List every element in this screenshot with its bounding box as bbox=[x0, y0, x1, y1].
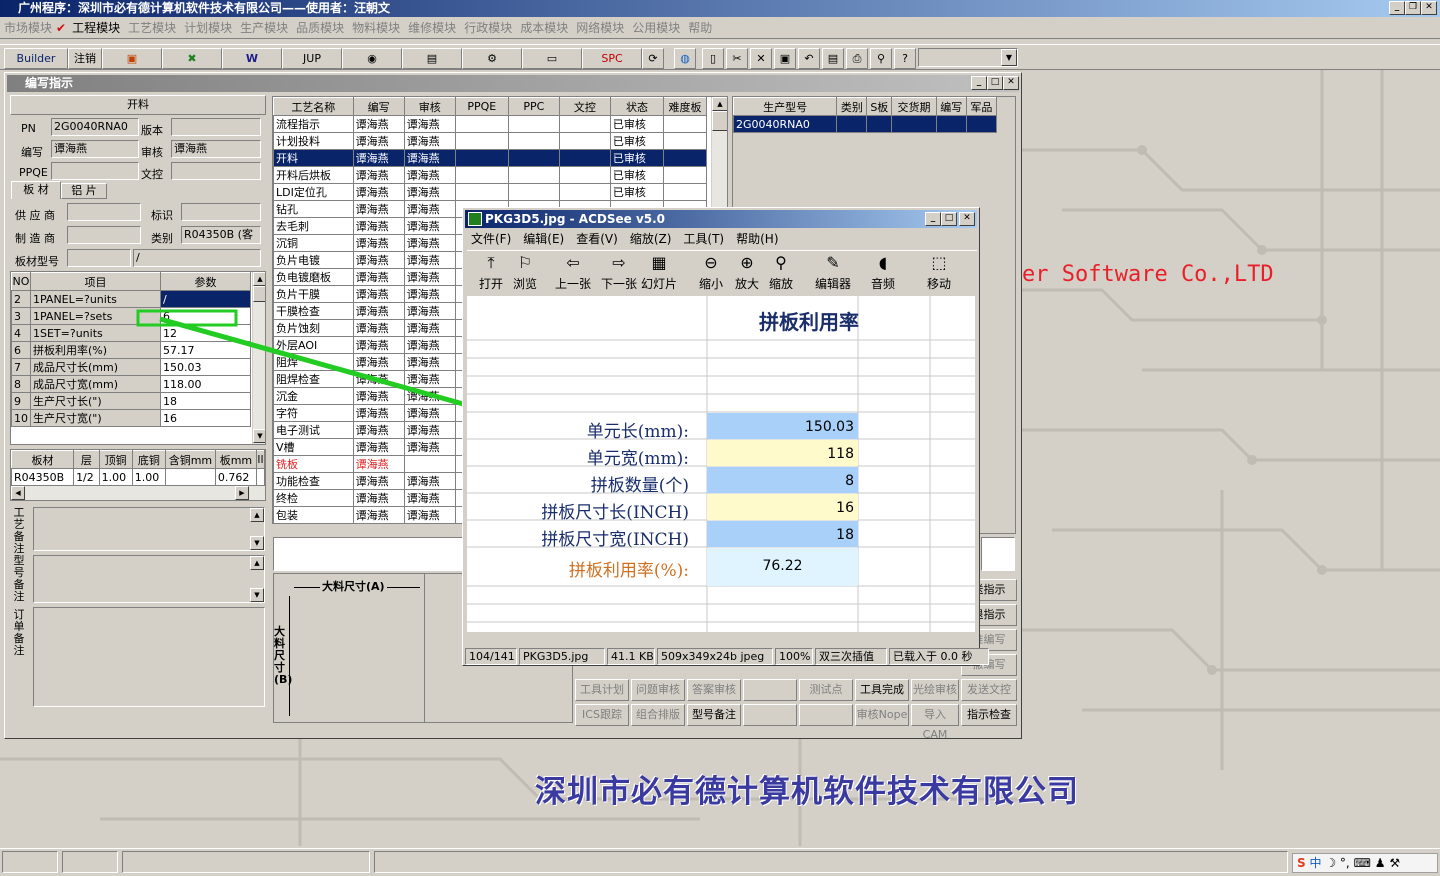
acdsee-menu-bar: 文件(F) 编辑(E) 查看(V) 缩放(Z) 工具(T) 帮助(H) bbox=[465, 230, 975, 248]
acdsee-tool-10[interactable]: ⬚ 移动 bbox=[921, 251, 957, 292]
acdsee-tool-label: 浏览 bbox=[512, 277, 537, 291]
sheet-result-label: 拼板利用率(%): bbox=[568, 561, 689, 581]
acdsee-tool-2[interactable]: ⇦ 上一张 bbox=[551, 251, 595, 292]
acdsee-status-pane: 已载入于 0.0 秒 bbox=[889, 648, 989, 665]
acdsee-menu-item[interactable]: 帮助(H) bbox=[730, 230, 784, 247]
spreadsheet-image: 拼板利用率 单元长(mm): 150.03 单元宽(mm): 118 拼板数量(个) 8 拼… bbox=[467, 296, 975, 632]
acdsee-status-pane: PKG3D5.jpg bbox=[519, 648, 605, 665]
acdsee-tool-label: 缩放 bbox=[768, 277, 793, 291]
acdsee-tool-label: 缩小 bbox=[698, 277, 723, 291]
acdsee-tool-label: 上一张 bbox=[554, 277, 591, 291]
acdsee-title: PKG3D5.jpg - ACDSee v5.0 bbox=[485, 212, 666, 226]
acdsee-tool-0[interactable]: ⤒ 打开 bbox=[473, 251, 509, 292]
app-status-bar: S 中 ☽ °, ⌨ ♟ ⚒ bbox=[0, 848, 1440, 876]
sheet-value: 18 bbox=[836, 527, 854, 543]
acdsee-app-icon bbox=[468, 212, 482, 226]
sheet-label: 拼板尺寸宽(INCH) bbox=[541, 530, 689, 550]
slideshow-icon: ▦ bbox=[651, 253, 667, 272]
acdsee-close-button[interactable]: ✕ bbox=[959, 212, 975, 226]
acdsee-tool-label: 编辑器 bbox=[815, 277, 852, 291]
acdsee-menu-item[interactable]: 编辑(E) bbox=[517, 230, 570, 247]
sheet-label: 拼板数量(个) bbox=[590, 476, 689, 496]
acdsee-tool-4[interactable]: ▦ 幻灯片 bbox=[641, 251, 677, 292]
skin-icon[interactable]: ♟ bbox=[1375, 856, 1386, 870]
sheet-value: 8 bbox=[845, 473, 854, 489]
acdsee-tool-label: 幻灯片 bbox=[641, 277, 678, 291]
sheet-label: 拼板尺寸长(INCH) bbox=[541, 503, 689, 523]
sheet-gridlines bbox=[467, 296, 975, 632]
acdsee-minimize-button[interactable]: _ bbox=[925, 212, 941, 226]
sheet-value: 150.03 bbox=[805, 419, 854, 435]
acdsee-status-pane: 双三次插值 bbox=[815, 648, 887, 665]
acdsee-tool-label: 移动 bbox=[926, 277, 951, 291]
sheet-title: 拼板利用率 bbox=[759, 310, 859, 334]
zoom-in-icon: ⊕ bbox=[740, 253, 754, 272]
zoom-out-icon: ⊖ bbox=[704, 253, 718, 272]
sheet-label: 单元宽(mm): bbox=[586, 449, 689, 469]
acdsee-status-pane: 509x349x24b jpeg bbox=[657, 648, 773, 665]
acdsee-tool-3[interactable]: ⇨ 下一张 bbox=[597, 251, 641, 292]
status-pane-1 bbox=[2, 851, 58, 873]
acdsee-status-bar: 104/141 PKG3D5.jpg 41.1 KB 509x349x24b jpeg… bbox=[465, 648, 989, 665]
next-icon: ⇨ bbox=[612, 253, 626, 272]
zoom-icon: ⚲ bbox=[775, 253, 787, 272]
open-icon: ⤒ bbox=[487, 253, 495, 272]
acdsee-menu-item[interactable]: 文件(F) bbox=[465, 230, 517, 247]
chinese-mode-icon[interactable]: 中 bbox=[1309, 856, 1321, 870]
acdsee-status-pane: 100% bbox=[775, 648, 813, 665]
audio-icon: ◖ bbox=[878, 253, 888, 272]
editor-icon: ✎ bbox=[826, 253, 840, 272]
acdsee-status-pane: 41.1 KB bbox=[607, 648, 655, 665]
sheet-label: 单元长(mm): bbox=[586, 422, 689, 442]
acdsee-tool-label: 下一张 bbox=[600, 277, 637, 291]
acdsee-status-pane: 104/141 bbox=[465, 648, 517, 665]
acdsee-tool-9[interactable]: ◖ 音频 bbox=[865, 251, 901, 292]
acdsee-tool-label: 放大 bbox=[734, 277, 759, 291]
move-icon: ⬚ bbox=[931, 253, 947, 272]
acdsee-tool-8[interactable]: ✎ 编辑器 bbox=[815, 251, 851, 292]
punctuation-icon[interactable]: °, bbox=[1340, 856, 1350, 870]
sheet-result-value: 76.22 bbox=[762, 558, 803, 574]
status-pane-2 bbox=[62, 851, 118, 873]
acdsee-tool-label: 打开 bbox=[478, 277, 503, 291]
acdsee-menu-item[interactable]: 查看(V) bbox=[570, 230, 624, 247]
acdsee-tool-7[interactable]: ⚲ 缩放 bbox=[763, 251, 799, 292]
sheet-value: 118 bbox=[827, 446, 854, 462]
acdsee-title-bar: PKG3D5.jpg - ACDSee v5.0 _ □ ✕ bbox=[465, 210, 977, 228]
browse-icon: ⚐ bbox=[517, 253, 533, 272]
acdsee-tool-6[interactable]: ⊕ 放大 bbox=[729, 251, 765, 292]
moon-icon[interactable]: ☽ bbox=[1325, 856, 1336, 870]
keyboard-icon[interactable]: ⌨ bbox=[1354, 856, 1371, 870]
previous-icon: ⇦ bbox=[566, 253, 580, 272]
wrench-icon[interactable]: ⚒ bbox=[1389, 856, 1400, 870]
acdsee-tool-1[interactable]: ⚐ 浏览 bbox=[507, 251, 543, 292]
status-pane-4 bbox=[374, 851, 1288, 873]
acdsee-toolbar: ⤒ 打开 ⚐ 浏览 ⇦ 上一张 ⇨ 下一张 ▦ 幻灯片 ⊖ 缩小 ⊕ 放大 ⚲ 缩放 ✎ 编辑器 ◖ 音频 ⬚ 移动 bbox=[467, 250, 977, 292]
highlight-box bbox=[136, 309, 238, 327]
acdsee-window: PKG3D5.jpg - ACDSee v5.0 _ □ ✕ 文件(F) 编辑(E… bbox=[462, 207, 989, 666]
sogou-icon[interactable]: S bbox=[1297, 856, 1306, 870]
acdsee-tool-5[interactable]: ⊖ 缩小 bbox=[693, 251, 729, 292]
acdsee-tool-label: 音频 bbox=[870, 277, 895, 291]
acdsee-menu-item[interactable]: 缩放(Z) bbox=[624, 230, 678, 247]
status-pane-3 bbox=[122, 851, 370, 873]
ime-bar[interactable]: S 中 ☽ °, ⌨ ♟ ⚒ bbox=[1292, 853, 1438, 873]
sheet-value: 16 bbox=[836, 500, 854, 516]
acdsee-menu-item[interactable]: 工具(T) bbox=[677, 230, 730, 247]
acdsee-maximize-button[interactable]: □ bbox=[941, 212, 957, 226]
